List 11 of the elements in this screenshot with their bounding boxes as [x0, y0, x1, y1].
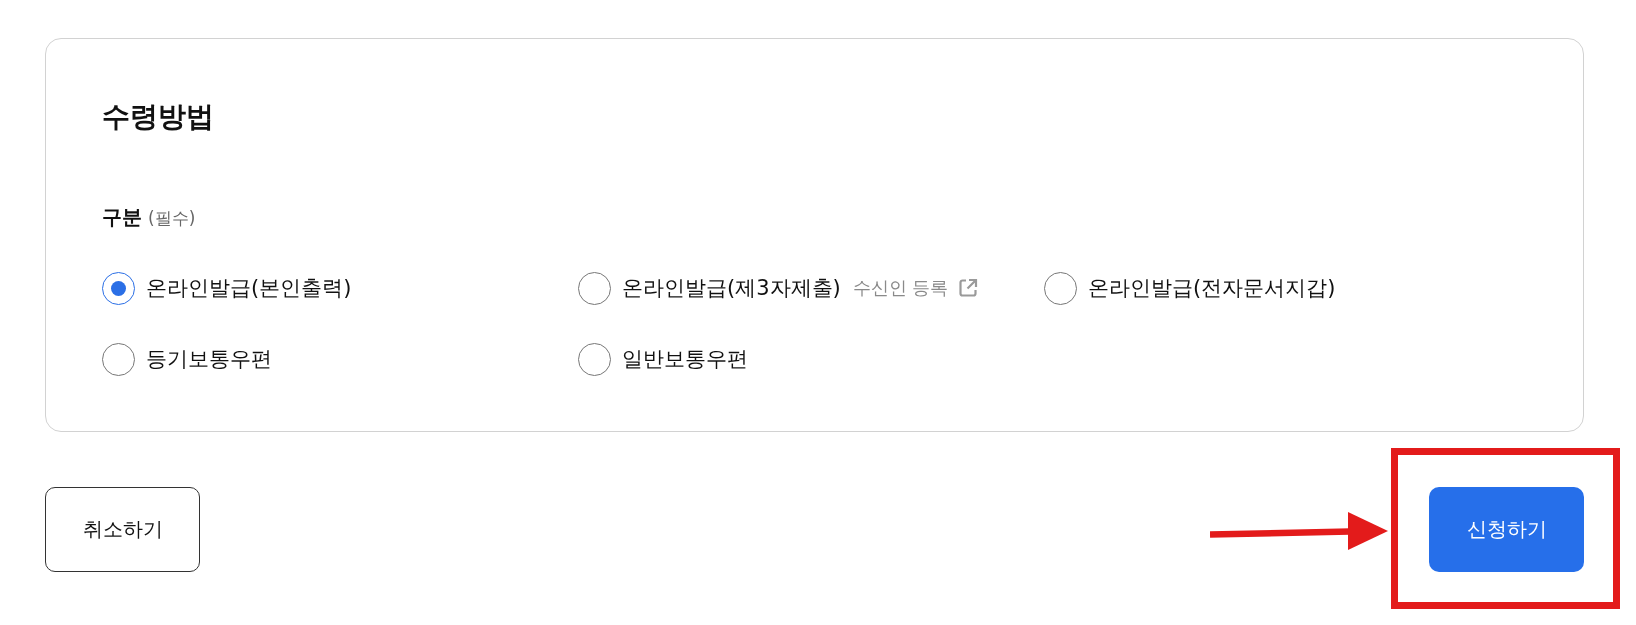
option-label[interactable]: 온라인발급(제3자제출) — [622, 274, 841, 302]
required-note: (필수) — [148, 207, 196, 230]
option-label[interactable]: 등기보통우편 — [146, 345, 272, 373]
option-label[interactable]: 일반보통우편 — [622, 345, 748, 373]
apply-button[interactable]: 신청하기 — [1429, 487, 1584, 572]
field-label: 구분 — [102, 204, 142, 231]
option-label[interactable]: 온라인발급(본인출력) — [146, 274, 352, 302]
section-title: 수령방법 — [102, 99, 214, 135]
option-label[interactable]: 온라인발급(전자문서지갑) — [1088, 274, 1336, 302]
cancel-button[interactable]: 취소하기 — [45, 487, 200, 572]
external-link-icon[interactable] — [958, 278, 979, 298]
